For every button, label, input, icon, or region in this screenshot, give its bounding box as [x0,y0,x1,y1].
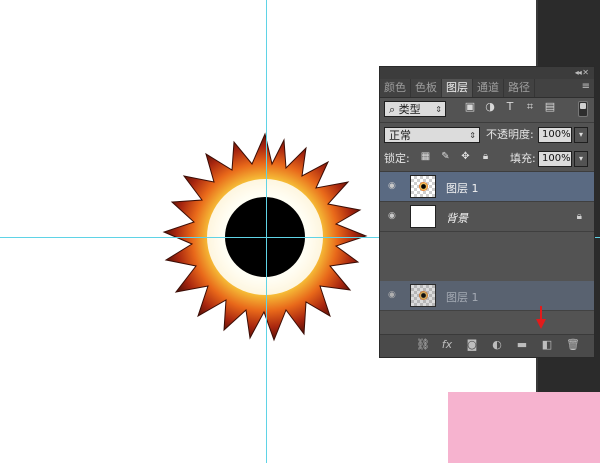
shape-filter-icon[interactable]: ⌗ [524,101,536,113]
filter-toggle[interactable] [578,101,588,117]
pink-overlay-block [448,392,600,463]
lock-transparent-icon[interactable]: ▦ [420,151,431,162]
opacity-dropdown-arrow[interactable]: ▾ [574,127,588,143]
layer-thumbnail [410,284,436,307]
panel-menu-icon[interactable]: ≡ [582,81,590,92]
vertical-guide[interactable] [266,0,267,463]
lock-move-icon[interactable]: ✥ [460,151,471,162]
blend-row: 正常 ⇕ 不透明度: 100% ▾ [380,123,594,147]
tab-paths[interactable]: 路径 [504,79,535,97]
layer-name: 图层 1 [446,291,479,304]
folder-icon[interactable]: ▬ [516,339,528,351]
eye-icon: ◉ [388,290,396,300]
opacity-label: 不透明度: [486,128,534,141]
filter-row: ⌕ 类型 ⇕ ▣ ◑ T ⌗ ▤ [380,98,594,122]
eye-icon[interactable]: ◉ [388,182,400,191]
filter-kind-dropdown[interactable]: ⌕ 类型 ⇕ [384,101,446,117]
trash-icon[interactable]: 🗑︎ [566,339,580,351]
tab-color[interactable]: 颜色 [380,79,411,97]
panel-header[interactable]: ◂◂ ✕ [380,67,594,79]
lock-all-icon[interactable]: 🔒︎ [480,151,491,162]
type-filter-icon[interactable]: T [504,101,516,113]
dragged-layer-ghost: ◉ 图层 1 [380,281,594,311]
layer-row-layer1[interactable]: ◉ 图层 1 [380,172,594,202]
fill-label: 填充: [510,152,536,165]
link-icon[interactable]: ⛓ [416,339,430,351]
new-layer-icon[interactable]: ◧ [541,339,553,351]
red-arrow-annotation [536,306,546,329]
mask-icon[interactable]: ◙ [466,339,478,351]
filter-kind-label: 类型 [398,103,421,116]
fill-input[interactable]: 100% [538,151,572,167]
collapse-icon[interactable]: ◂◂ ✕ [575,67,589,79]
panel-tabs: 颜色 色板 图层 通道 路径 ≡ [380,79,594,98]
opacity-input[interactable]: 100% [538,127,572,143]
adjustment-filter-icon[interactable]: ◑ [484,101,496,113]
eye-icon[interactable]: ◉ [388,212,400,221]
layer-thumbnail [410,205,436,228]
image-filter-icon[interactable]: ▣ [464,101,476,113]
tab-layers[interactable]: 图层 [442,79,473,97]
layer-row-background[interactable]: ◉ 背景 🔒︎ [380,202,594,232]
lock-row: 锁定: ▦ ✎ ✥ 🔒︎ 填充: 100% ▾ [380,147,594,171]
updown-arrow-icon: ⇕ [435,105,442,114]
blend-mode-value: 正常 [389,129,411,142]
smartobject-filter-icon[interactable]: ▤ [544,101,556,113]
layer-lock-icon: 🔒︎ [576,211,582,222]
lock-label: 锁定: [384,152,410,165]
search-icon: ⌕ [389,103,399,116]
blend-mode-dropdown[interactable]: 正常 ⇕ [384,127,480,143]
panel-bottom-bar: ⛓ fx ◙ ◐ ▬ ◧ 🗑︎ [380,334,594,357]
updown-arrow-icon: ⇕ [469,131,476,140]
layers-panel: ◂◂ ✕ 颜色 色板 图层 通道 路径 ≡ ⌕ 类型 ⇕ ▣ ◑ T ⌗ ▤ 正… [379,66,595,358]
fill-dropdown-arrow[interactable]: ▾ [574,151,588,167]
layer-thumbnail [410,175,436,198]
tab-swatches[interactable]: 色板 [411,79,442,97]
tab-channels[interactable]: 通道 [473,79,504,97]
adjustment-icon[interactable]: ◐ [491,339,503,351]
layer-name: 图层 1 [446,182,479,195]
layer-name: 背景 [446,212,468,225]
fx-icon[interactable]: fx [441,339,453,351]
lock-paint-icon[interactable]: ✎ [440,151,451,162]
